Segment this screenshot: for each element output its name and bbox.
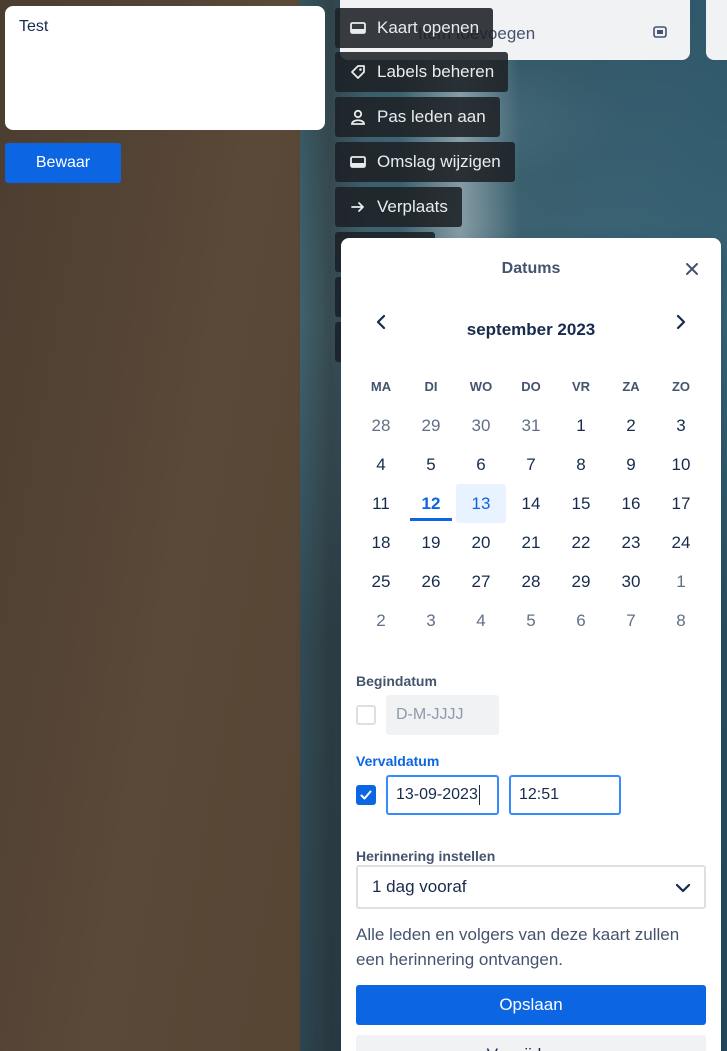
calendar-day[interactable]: 2 bbox=[606, 406, 656, 445]
reminder-hint: Alle leden en volgers van deze kaart zul… bbox=[356, 925, 680, 969]
weekday-label: ZO bbox=[671, 379, 691, 394]
calendar-day[interactable]: 5 bbox=[406, 445, 456, 484]
move-label: Verplaats bbox=[377, 197, 448, 216]
calendar-day[interactable]: 3 bbox=[656, 406, 706, 445]
calendar-day[interactable]: 22 bbox=[556, 523, 606, 562]
person-icon bbox=[351, 109, 365, 125]
calendar-day[interactable]: 4 bbox=[456, 601, 506, 640]
open-card-label: Kaart openen bbox=[377, 18, 480, 37]
calendar-day[interactable]: 1 bbox=[556, 406, 606, 445]
change-cover-button[interactable]: Omslag wijzigen bbox=[335, 142, 515, 182]
card-title-editor[interactable]: Test bbox=[5, 6, 325, 130]
due-time-input[interactable]: 12:51 bbox=[509, 775, 621, 815]
cover-icon bbox=[350, 156, 366, 168]
calendar-day[interactable]: 10 bbox=[656, 445, 706, 484]
calendar-week: 2 3 4 5 6 7 8 bbox=[356, 601, 706, 640]
calendar-day[interactable]: 29 bbox=[406, 406, 456, 445]
chevron-down-icon bbox=[675, 883, 691, 893]
calendar-day[interactable]: 4 bbox=[356, 445, 406, 484]
calendar-day[interactable]: 30 bbox=[606, 562, 656, 601]
calendar-day[interactable]: 8 bbox=[556, 445, 606, 484]
due-date-input[interactable]: 13-09-2023 bbox=[386, 775, 499, 815]
calendar-day[interactable]: 17 bbox=[656, 484, 706, 523]
calendar-grid: MA DI WO DO VR ZA ZO 28 29 30 31 1 2 3 4… bbox=[356, 368, 706, 640]
chevron-right-icon[interactable] bbox=[669, 310, 693, 334]
calendar-day[interactable]: 31 bbox=[506, 406, 556, 445]
calendar-week: 11 12 13 14 15 16 17 bbox=[356, 484, 706, 523]
calendar-day[interactable]: 11 bbox=[356, 484, 406, 523]
text-caret bbox=[478, 784, 480, 805]
save-title-button[interactable]: Bewaar bbox=[5, 143, 121, 183]
calendar-week: 18 19 20 21 22 23 24 bbox=[356, 523, 706, 562]
arrow-right-icon bbox=[351, 202, 364, 212]
calendar-day[interactable]: 20 bbox=[456, 523, 506, 562]
calendar-day-today[interactable]: 12 bbox=[406, 484, 456, 523]
calendar-day[interactable]: 30 bbox=[456, 406, 506, 445]
manage-labels-button[interactable]: Labels beheren bbox=[335, 52, 509, 92]
reminder-select[interactable]: 1 dag vooraf bbox=[356, 865, 706, 909]
calendar-day[interactable]: 26 bbox=[406, 562, 456, 601]
calendar-day[interactable]: 27 bbox=[456, 562, 506, 601]
start-date-label: Begindatum bbox=[356, 673, 437, 689]
background-card-edge bbox=[706, 0, 727, 60]
close-icon[interactable] bbox=[681, 258, 703, 280]
calendar-day[interactable]: 7 bbox=[506, 445, 556, 484]
weekday-label: DI bbox=[424, 379, 438, 394]
calendar-day[interactable]: 6 bbox=[456, 445, 506, 484]
dates-popover: Datums september 2023 MA DI WO DO VR ZA … bbox=[341, 238, 721, 1051]
calendar-day[interactable]: 29 bbox=[556, 562, 606, 601]
calendar-day[interactable]: 1 bbox=[656, 562, 706, 601]
manage-labels-label: Labels beheren bbox=[377, 62, 495, 81]
weekday-label: ZA bbox=[622, 379, 640, 394]
card-icon bbox=[350, 22, 366, 34]
weekday-label: DO bbox=[521, 379, 541, 394]
move-button[interactable]: Verplaats bbox=[335, 187, 462, 227]
calendar-month: september 2023 bbox=[466, 320, 596, 339]
weekday-label: WO bbox=[469, 379, 493, 394]
change-cover-label: Omslag wijzigen bbox=[377, 152, 501, 171]
template-icon bbox=[653, 26, 667, 38]
calendar-day[interactable]: 7 bbox=[606, 601, 656, 640]
calendar-day[interactable]: 19 bbox=[406, 523, 456, 562]
calendar-day[interactable]: 5 bbox=[506, 601, 556, 640]
calendar-day[interactable]: 24 bbox=[656, 523, 706, 562]
calendar-day[interactable]: 23 bbox=[606, 523, 656, 562]
due-date-value: 13-09-2023 bbox=[396, 786, 478, 803]
calendar-day[interactable]: 3 bbox=[406, 601, 456, 640]
save-dates-button[interactable]: Opslaan bbox=[356, 985, 706, 1025]
calendar-week: 4 5 6 7 8 9 10 bbox=[356, 445, 706, 484]
popover-title: Datums bbox=[501, 260, 561, 277]
start-date-input[interactable]: D-M-JJJJ bbox=[386, 695, 499, 735]
start-date-checkbox[interactable] bbox=[356, 705, 376, 725]
edit-members-button[interactable]: Pas leden aan bbox=[335, 97, 500, 137]
calendar-day[interactable]: 21 bbox=[506, 523, 556, 562]
calendar-day[interactable]: 28 bbox=[356, 406, 406, 445]
weekday-label: MA bbox=[370, 379, 392, 394]
calendar-day[interactable]: 28 bbox=[506, 562, 556, 601]
reminder-value: 1 dag vooraf bbox=[372, 877, 467, 896]
calendar-day[interactable]: 25 bbox=[356, 562, 406, 601]
calendar-day[interactable]: 15 bbox=[556, 484, 606, 523]
calendar-day[interactable]: 18 bbox=[356, 523, 406, 562]
calendar-day[interactable]: 6 bbox=[556, 601, 606, 640]
weekday-label: VR bbox=[571, 379, 591, 394]
calendar-week: 28 29 30 31 1 2 3 bbox=[356, 406, 706, 445]
checkmark-icon bbox=[360, 790, 372, 800]
calendar-day[interactable]: 8 bbox=[656, 601, 706, 640]
remove-dates-button[interactable]: Verwijderen bbox=[356, 1035, 706, 1051]
calendar-day[interactable]: 9 bbox=[606, 445, 656, 484]
calendar-day[interactable]: 14 bbox=[506, 484, 556, 523]
calendar-day[interactable]: 16 bbox=[606, 484, 656, 523]
calendar-day[interactable]: 2 bbox=[356, 601, 406, 640]
due-date-checkbox[interactable] bbox=[356, 785, 376, 805]
tag-icon bbox=[351, 65, 365, 79]
calendar-week: 25 26 27 28 29 30 1 bbox=[356, 562, 706, 601]
calendar-day-selected[interactable]: 13 bbox=[456, 484, 506, 523]
due-date-label: Vervaldatum bbox=[356, 753, 440, 769]
edit-members-label: Pas leden aan bbox=[377, 107, 486, 126]
open-card-button[interactable]: Kaart openen bbox=[335, 8, 494, 48]
reminder-label: Herinnering instellen bbox=[356, 848, 496, 864]
weekday-header: MA DI WO DO VR ZA ZO bbox=[356, 368, 706, 406]
